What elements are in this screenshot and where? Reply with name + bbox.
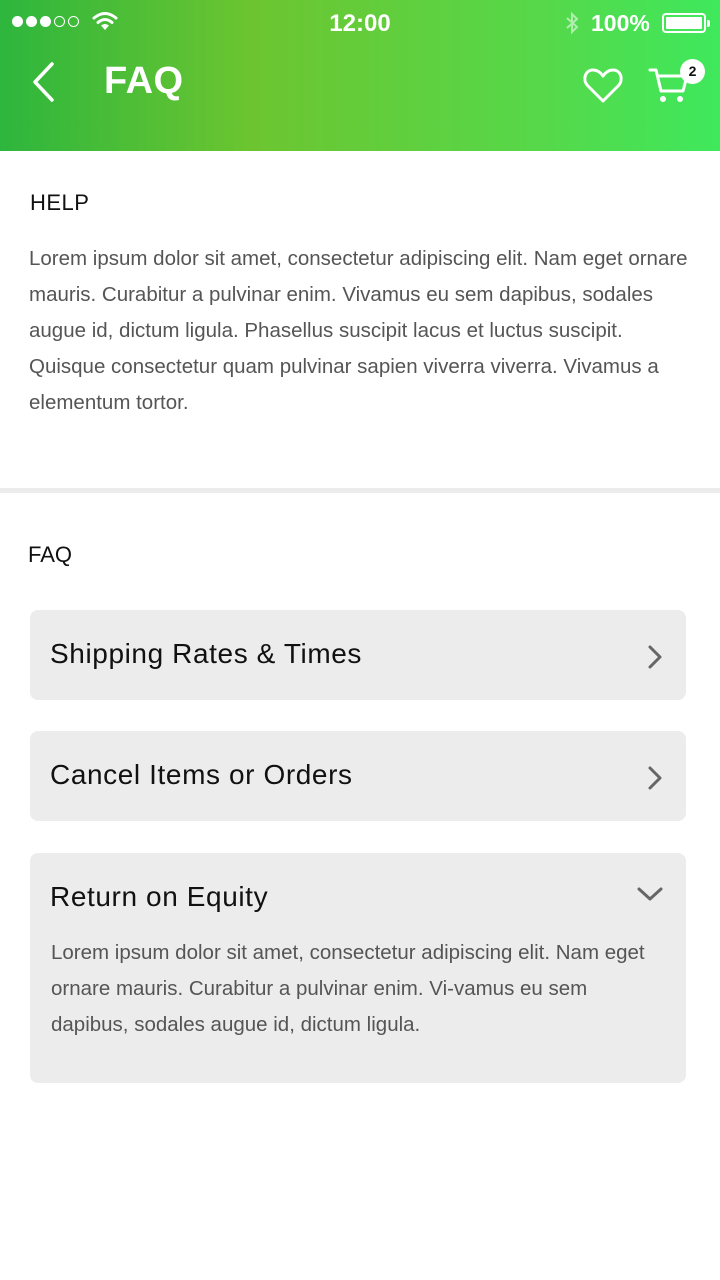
favorite-button[interactable] (582, 66, 624, 106)
help-text: Lorem ipsum dolor sit amet, consectetur … (29, 247, 688, 414)
faq-answer: Lorem ipsum dolor sit amet, consectetur … (51, 941, 645, 1036)
faq-question: Cancel Items or Orders (50, 759, 353, 790)
faq-question: Return on Equity (50, 881, 269, 912)
faq-item-cancel-orders[interactable]: Cancel Items or Orders (30, 731, 686, 821)
cart-count-badge: 2 (680, 59, 705, 84)
faq-item-shipping-rates[interactable]: Shipping Rates & Times (30, 610, 686, 700)
chevron-right-icon (648, 766, 662, 790)
faq-heading: FAQ (28, 542, 73, 567)
battery-percentage: 100% (591, 10, 650, 36)
chevron-right-icon (648, 645, 662, 669)
faq-item-return-on-equity[interactable]: Return on Equity Lorem ipsum dolor sit a… (30, 853, 686, 1083)
chevron-down-icon (637, 887, 663, 901)
app-header: 12:00 100% FAQ 2 (0, 0, 720, 151)
page-title: FAQ (104, 60, 184, 102)
bluetooth-icon (566, 11, 579, 35)
battery-icon (662, 13, 710, 33)
help-heading: HELP (30, 190, 90, 215)
section-divider (0, 488, 720, 493)
back-button[interactable] (28, 60, 68, 104)
faq-question: Shipping Rates & Times (50, 638, 363, 669)
status-bar: 12:00 100% (0, 0, 720, 46)
